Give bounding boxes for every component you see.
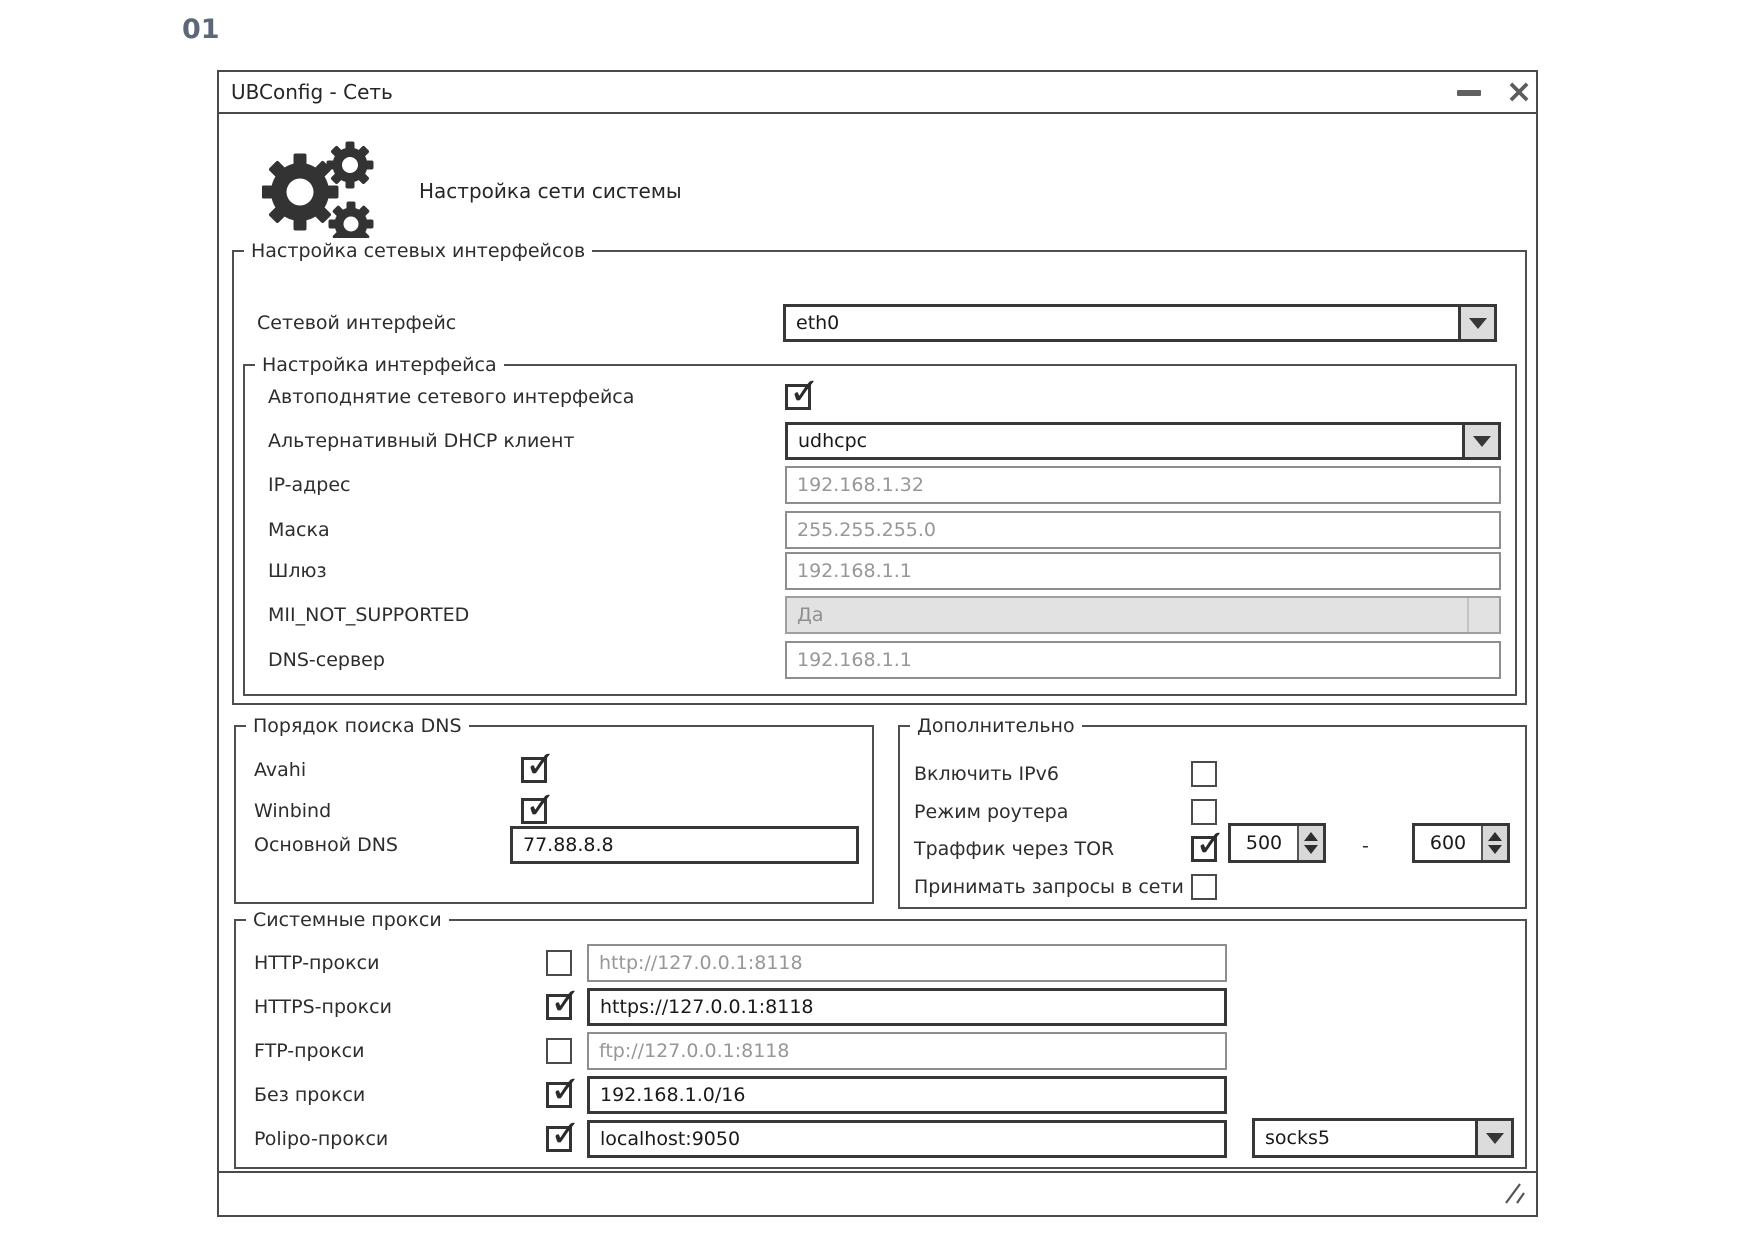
resize-grip[interactable] [1500, 1182, 1526, 1206]
http-proxy-label: HTTP-прокси [254, 950, 379, 976]
https-proxy-label: HTTPS-прокси [254, 994, 392, 1020]
primary-dns-field[interactable]: 77.88.8.8 [510, 826, 859, 864]
dhcp-client-dropdown-button[interactable] [1462, 425, 1498, 457]
window-titlebar[interactable]: UBConfig - Сеть × [219, 72, 1536, 114]
group-system-proxies-title: Системные прокси [246, 907, 449, 933]
https-proxy-checkbox[interactable] [546, 994, 572, 1020]
ipv6-label: Включить IPv6 [914, 761, 1059, 787]
tor-port-to-spinner[interactable]: 600 [1412, 823, 1510, 863]
netmask-field[interactable]: 255.255.255.0 [785, 511, 1501, 549]
group-dns-search-order-title: Порядок поиска DNS [246, 713, 469, 739]
tor-port-to-spin-buttons [1481, 826, 1507, 860]
dialog-heading: Настройка сети системы [419, 179, 682, 203]
no-proxy-checkbox[interactable] [546, 1082, 572, 1108]
tor-traffic-checkbox[interactable] [1191, 836, 1217, 862]
polipo-protocol-dropdown-button[interactable] [1475, 1121, 1511, 1155]
gateway-label: Шлюз [268, 558, 327, 584]
no-proxy-field[interactable]: 192.168.1.0/16 [587, 1076, 1227, 1114]
tor-traffic-label: Траффик через TOR [914, 836, 1114, 862]
page-number-label: 01 [182, 14, 220, 45]
group-network-interfaces-title: Настройка сетевых интерфейсов [244, 238, 592, 264]
spinner-up-button[interactable] [1304, 832, 1318, 841]
netmask-label: Маска [268, 517, 330, 543]
winbind-checkbox[interactable] [521, 798, 547, 824]
chevron-down-icon [1486, 1133, 1504, 1144]
tor-port-from-spin-buttons [1297, 826, 1323, 860]
group-additional: Дополнительно Включить IPv6 Режим роутер… [898, 725, 1527, 909]
ip-address-field[interactable]: 192.168.1.32 [785, 466, 1501, 504]
winbind-label: Winbind [254, 798, 331, 824]
https-proxy-field[interactable]: https://127.0.0.1:8118 [587, 988, 1227, 1026]
dhcp-client-label: Альтернативный DHCP клиент [268, 428, 574, 454]
mii-not-supported-label: MII_NOT_SUPPORTED [268, 602, 469, 628]
interface-label: Сетевой интерфейс [257, 310, 456, 336]
minimize-button[interactable] [1457, 80, 1485, 104]
group-additional-title: Дополнительно [910, 713, 1082, 739]
gateway-field[interactable]: 192.168.1.1 [785, 552, 1501, 590]
ftp-proxy-label: FTP-прокси [254, 1038, 364, 1064]
dns-server-label: DNS-сервер [268, 647, 385, 673]
ftp-proxy-checkbox[interactable] [546, 1038, 572, 1064]
interface-select-value: eth0 [786, 307, 1458, 339]
accept-network-requests-checkbox[interactable] [1191, 874, 1217, 900]
autoraise-label: Автоподнятие сетевого интерфейса [268, 384, 634, 410]
ubconfig-window: UBConfig - Сеть × [217, 70, 1538, 1217]
port-range-separator: - [1362, 833, 1369, 859]
interface-select[interactable]: eth0 [783, 304, 1497, 342]
tor-port-from-spinner[interactable]: 500 [1228, 823, 1326, 863]
interface-select-dropdown-button[interactable] [1458, 307, 1494, 339]
polipo-proxy-label: Polipo-прокси [254, 1126, 388, 1152]
close-button[interactable]: × [1503, 72, 1535, 112]
tor-port-to-value: 600 [1415, 826, 1481, 860]
dhcp-client-select[interactable]: udhcpc [785, 422, 1501, 460]
tor-port-from-value: 500 [1231, 826, 1297, 860]
avahi-label: Avahi [254, 757, 306, 783]
polipo-proxy-checkbox[interactable] [546, 1126, 572, 1152]
spinner-up-button[interactable] [1488, 832, 1502, 841]
ftp-proxy-field[interactable]: ftp://127.0.0.1:8118 [587, 1032, 1227, 1070]
status-bar [219, 1171, 1536, 1215]
http-proxy-field[interactable]: http://127.0.0.1:8118 [587, 944, 1227, 982]
spinner-down-button[interactable] [1488, 845, 1502, 854]
page-canvas: 01 UBConfig - Сеть × [0, 0, 1753, 1240]
no-proxy-label: Без прокси [254, 1082, 365, 1108]
polipo-proxy-field[interactable]: localhost:9050 [587, 1120, 1227, 1158]
dhcp-client-select-value: udhcpc [788, 425, 1462, 457]
chevron-down-icon [1469, 318, 1487, 329]
primary-dns-label: Основной DNS [254, 832, 398, 858]
autoraise-checkbox[interactable] [785, 384, 811, 410]
mii-not-supported-field: Да [785, 596, 1501, 634]
group-dns-search-order: Порядок поиска DNS Avahi Winbind Основно… [234, 725, 874, 904]
polipo-protocol-select[interactable]: socks5 [1252, 1118, 1514, 1158]
dns-server-field[interactable]: 192.168.1.1 [785, 641, 1501, 679]
ip-address-label: IP-адрес [268, 472, 350, 498]
group-interface-settings: Настройка интерфейса Автоподнятие сетево… [243, 364, 1517, 696]
minimize-icon [1457, 90, 1481, 96]
accept-network-requests-label: Принимать запросы в сети [914, 874, 1184, 900]
polipo-protocol-value: socks5 [1255, 1121, 1475, 1155]
router-mode-label: Режим роутера [914, 799, 1068, 825]
gears-icon [262, 140, 374, 248]
ipv6-checkbox[interactable] [1191, 761, 1217, 787]
spinner-down-button[interactable] [1304, 845, 1318, 854]
avahi-checkbox[interactable] [521, 757, 547, 783]
group-system-proxies: Системные прокси HTTP-прокси http://127.… [234, 919, 1527, 1169]
http-proxy-checkbox[interactable] [546, 950, 572, 976]
group-interface-settings-title: Настройка интерфейса [255, 352, 504, 378]
chevron-down-icon [1473, 436, 1491, 447]
window-title: UBConfig - Сеть [231, 80, 393, 104]
group-network-interfaces: Настройка сетевых интерфейсов Сетевой ин… [232, 250, 1527, 705]
